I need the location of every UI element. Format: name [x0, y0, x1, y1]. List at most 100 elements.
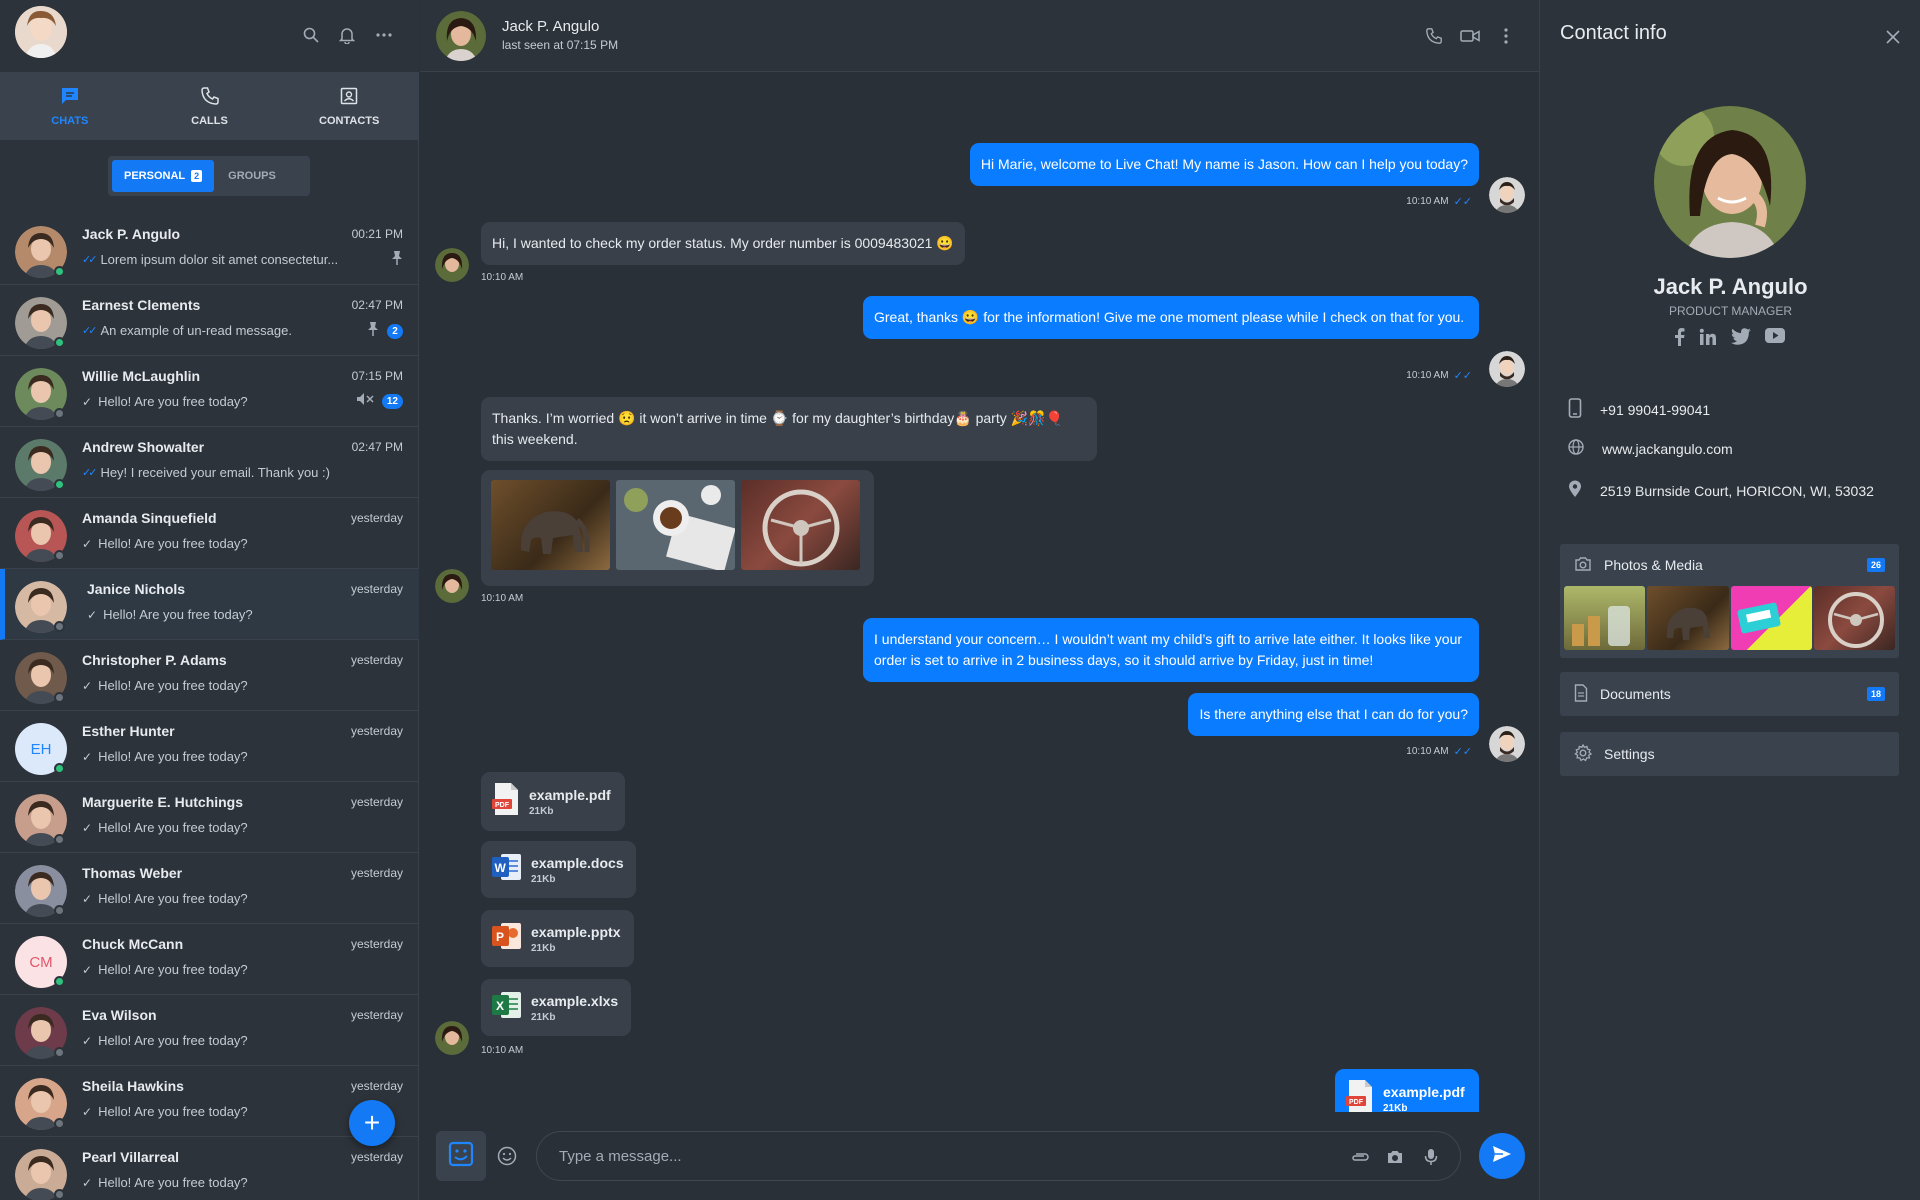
media-thumbnail-cassette[interactable] — [1730, 586, 1812, 650]
chat-preview-text: Hello! Are you free today? — [98, 1104, 248, 1119]
chat-list-item[interactable]: Jack P. Angulo 00:21 PM ✓✓ Lorem ipsum do… — [0, 214, 419, 285]
filter-personal-button[interactable]: PERSONAL 2 — [112, 160, 215, 192]
chat-list-item[interactable]: Willie McLaughlin 07:15 PM ✓ Hello! Are y… — [0, 356, 419, 427]
presence-offline-indicator — [54, 550, 65, 561]
file-attachment[interactable]: P example.pptx 21Kb — [481, 910, 634, 967]
check-icon: ✓ — [82, 1104, 93, 1119]
sidebar-header — [0, 0, 419, 72]
file-attachment-outgoing[interactable]: PDF example.pdf 21Kb — [1335, 1069, 1479, 1112]
emoji-icon[interactable] — [496, 1145, 518, 1167]
documents-header[interactable]: Documents 18 — [1560, 672, 1899, 716]
message-input[interactable] — [559, 1132, 1319, 1180]
chat-list-item[interactable]: Eva Wilson yesterday ✓ Hello! Are you fre… — [0, 995, 419, 1066]
chat-list-item[interactable]: CM Chuck McCann yesterday ✓ Hello! Are you… — [0, 924, 419, 995]
search-icon[interactable] — [300, 24, 322, 46]
chat-list-item[interactable]: Andrew Showalter 02:47 PM ✓✓ Hey! I recei… — [0, 427, 419, 498]
chat-list-item[interactable]: Amanda Sinquefield yesterday ✓ Hello! Are… — [0, 498, 419, 569]
facebook-icon[interactable] — [1673, 328, 1685, 351]
microphone-icon[interactable] — [1420, 1146, 1442, 1168]
file-attachment[interactable]: W example.docs 21Kb — [481, 841, 636, 898]
close-icon[interactable] — [1882, 26, 1904, 48]
check-icon: ✓ — [87, 607, 98, 622]
media-thumbnails — [1560, 586, 1899, 654]
chat-name: Thomas Weber — [82, 865, 183, 881]
file-attachment[interactable]: X example.xlxs 21Kb — [481, 979, 631, 1036]
chat-list-item[interactable]: Christopher P. Adams yesterday ✓ Hello! A… — [0, 640, 419, 711]
message-outgoing[interactable]: Is there anything else that I can do for… — [1188, 693, 1479, 736]
chat-list-item[interactable]: Pearl Villarreal yesterday ✓ Hello! Are y… — [0, 1137, 419, 1200]
media-thumbnail-steering-wheel[interactable] — [1813, 586, 1895, 650]
chat-list-item[interactable]: Thomas Weber yesterday ✓ Hello! Are you f… — [0, 853, 419, 924]
check-icon: ✓ — [82, 536, 93, 551]
pin-icon[interactable] — [391, 250, 403, 271]
image-thumbnail-steering-wheel[interactable] — [741, 480, 860, 570]
media-thumbnail-elephant[interactable] — [1647, 586, 1729, 650]
message-outgoing[interactable]: Hi Marie, welcome to Live Chat! My name … — [969, 143, 1479, 186]
contact-name: Jack P. Angulo — [502, 18, 600, 35]
contact-website-row[interactable]: www.jackangulo.com — [1568, 439, 1733, 458]
chat-list-item[interactable]: EH Esther Hunter yesterday ✓ Hello! Are yo… — [0, 711, 419, 782]
more-vertical-icon[interactable] — [1495, 25, 1517, 47]
message-outgoing[interactable]: I understand your concern… I wouldn’t wa… — [863, 618, 1479, 682]
filter-personal-label: PERSONAL — [124, 170, 186, 182]
mute-icon[interactable] — [356, 392, 374, 411]
tab-label: CALLS — [191, 114, 228, 127]
phone-icon — [200, 86, 220, 109]
tab-calls[interactable]: CALLS — [140, 72, 280, 140]
contact-phone-row[interactable]: +91 99041-99041 — [1568, 398, 1710, 421]
send-button[interactable] — [1479, 1133, 1525, 1179]
filter-groups-button[interactable]: GROUPS — [216, 160, 288, 192]
presence-offline-indicator — [54, 905, 65, 916]
pin-icon[interactable] — [367, 321, 379, 342]
chat-list-item[interactable]: Earnest Clements 02:47 PM ✓✓ An example o… — [0, 285, 419, 356]
image-thumbnail-coffee[interactable] — [616, 480, 735, 570]
camera-icon[interactable] — [1384, 1146, 1406, 1168]
chat-time: yesterday — [350, 724, 403, 738]
chat-list-item[interactable]: Janice Nichols yesterday ✓ Hello! Are you… — [0, 569, 419, 640]
photos-media-section[interactable]: Photos & Media 26 — [1560, 544, 1899, 658]
linkedin-icon[interactable] — [1699, 328, 1717, 351]
voice-call-icon[interactable] — [1423, 25, 1445, 47]
chat-time: yesterday — [350, 795, 403, 809]
file-attachment[interactable]: PDF example.pdf 21Kb — [481, 772, 625, 831]
settings-header[interactable]: Settings — [1560, 732, 1899, 776]
chat-time: 02:47 PM — [351, 298, 403, 312]
image-thumbnail-elephant[interactable] — [491, 480, 610, 570]
chat-filter-segment: PERSONAL 2 GROUPS — [108, 156, 310, 196]
chat-preview-text: Hello! Are you free today? — [98, 1175, 248, 1190]
file-size: 21Kb — [531, 1011, 556, 1023]
documents-section[interactable]: Documents 18 — [1560, 672, 1899, 716]
more-horizontal-icon[interactable] — [373, 24, 395, 46]
sticker-button[interactable] — [436, 1131, 486, 1181]
svg-text:PDF: PDF — [1349, 1099, 1364, 1106]
chat-preview: ✓✓ Lorem ipsum dolor sit amet consectetur… — [82, 252, 338, 267]
chat-list-item[interactable]: Marguerite E. Hutchings yesterday ✓ Hello… — [0, 782, 419, 853]
contact-address-row[interactable]: 2519 Burnside Court, HORICON, WI, 53032 — [1568, 480, 1874, 501]
excel-file-icon: X — [491, 989, 523, 1026]
contact-avatar[interactable] — [436, 11, 486, 61]
tab-chats[interactable]: CHATS — [0, 72, 140, 140]
media-thumbnail-coins[interactable] — [1564, 586, 1646, 650]
image-gallery-message — [481, 470, 874, 586]
chat-time: 02:47 PM — [351, 440, 403, 454]
twitter-icon[interactable] — [1731, 328, 1751, 351]
settings-section[interactable]: Settings — [1560, 732, 1899, 776]
message-incoming[interactable]: Hi, I wanted to check my order status. M… — [481, 222, 965, 265]
message-incoming[interactable]: Thanks. I’m worried 😟 it won’t arrive in… — [481, 397, 1097, 461]
video-call-icon[interactable] — [1459, 25, 1481, 47]
pdf-file-icon: PDF — [1345, 1079, 1375, 1112]
user-avatar[interactable] — [15, 6, 67, 58]
documents-label: Documents — [1600, 686, 1671, 702]
unread-count-badge: 12 — [381, 394, 403, 409]
bell-icon[interactable] — [336, 24, 358, 46]
agent-avatar — [1489, 351, 1525, 387]
youtube-icon[interactable] — [1765, 328, 1785, 351]
contact-profile-name: Jack P. Angulo — [1653, 274, 1808, 299]
chat-meta — [391, 250, 403, 271]
message-time: 10:10 AM ✓✓ — [1406, 196, 1472, 208]
tab-contacts[interactable]: CONTACTS — [279, 72, 419, 140]
paperclip-icon[interactable] — [1349, 1146, 1371, 1168]
new-chat-button[interactable]: + — [349, 1100, 395, 1146]
message-outgoing[interactable]: Great, thanks 😀 for the information! Giv… — [863, 296, 1479, 339]
photos-media-header[interactable]: Photos & Media 26 — [1560, 544, 1899, 586]
